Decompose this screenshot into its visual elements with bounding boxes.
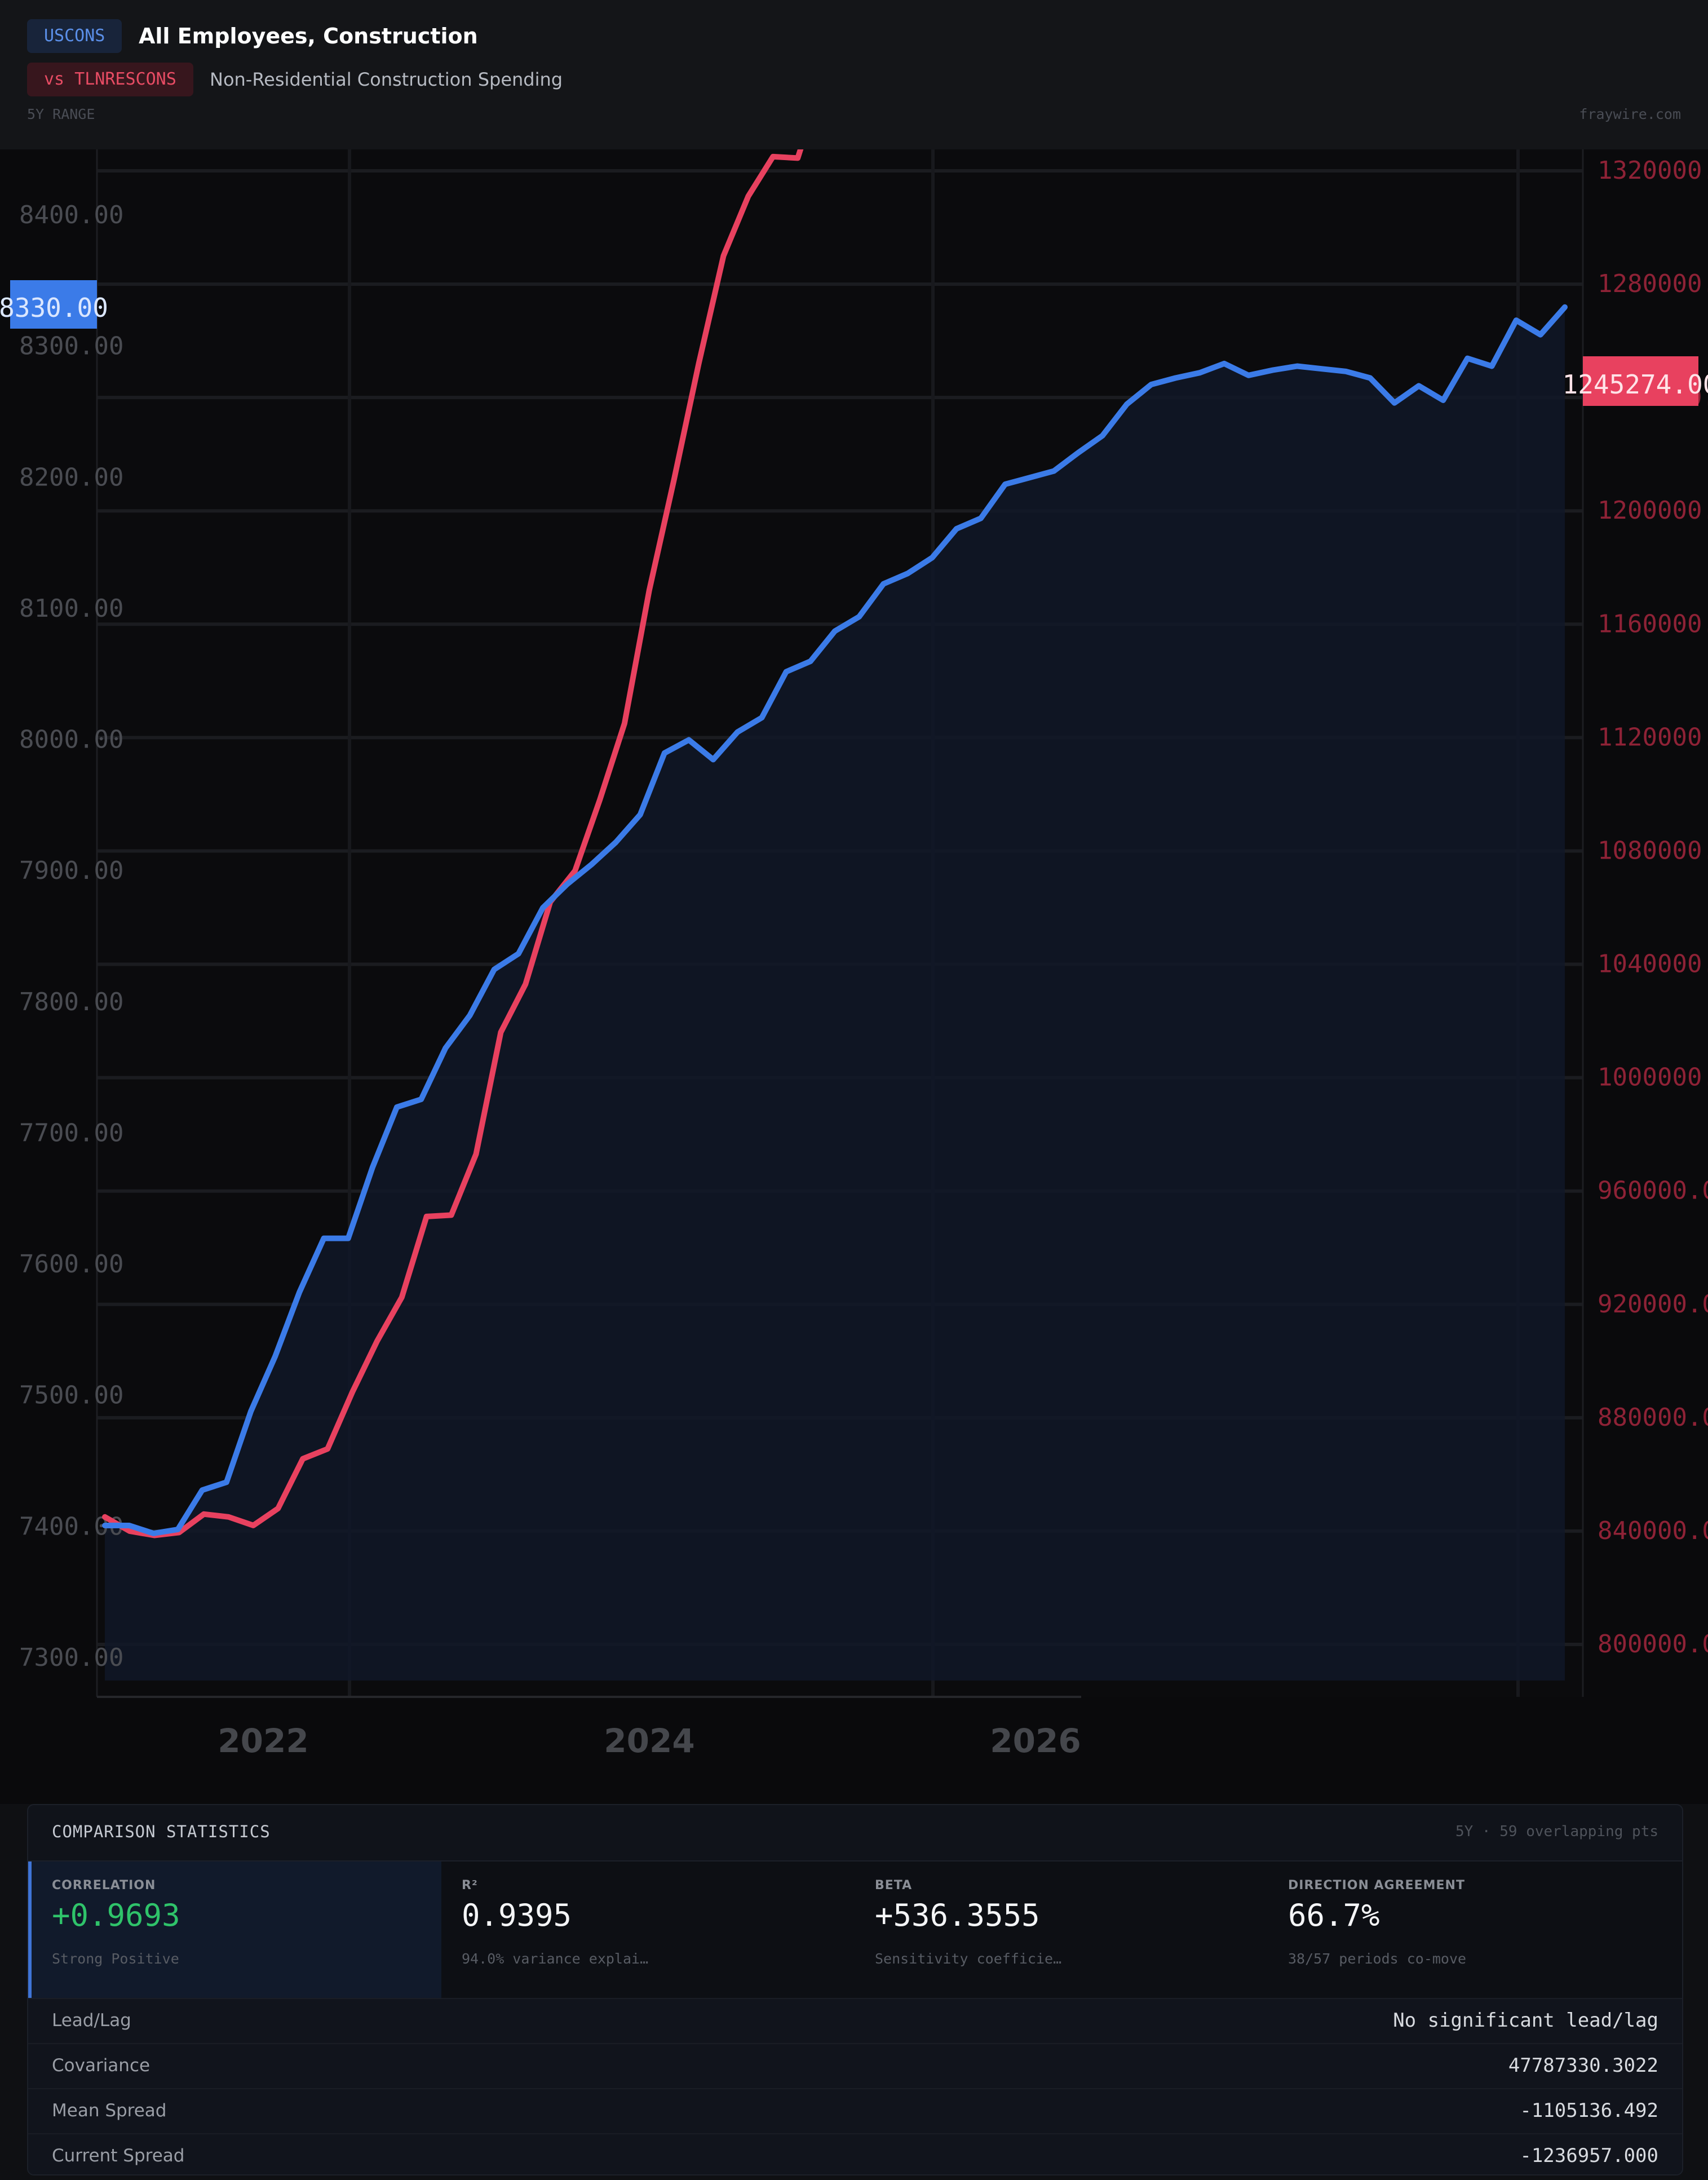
left-axis-tick-label: 7800.00 [19, 988, 123, 1016]
right-axis-tick-label: 1160000.00 [1598, 609, 1708, 638]
secondary-series-title: Non-Residential Construction Spending [210, 69, 563, 90]
card-subtext: Strong Positive [52, 1951, 179, 1967]
right-axis-tick-label: 840000.00 [1598, 1516, 1708, 1545]
row-label: Current Spread [52, 2146, 185, 2166]
x-axis-tick-label: 2022 [218, 1722, 308, 1760]
comparison-statistics-panel: COMPARISON STATISTICS 5Y · 59 overlappin… [27, 1804, 1683, 2175]
left-axis-tick-label: 8400.00 [19, 201, 123, 229]
card-value: +0.9693 [52, 1898, 180, 1933]
right-axis-tick-label: 1280000.00 [1598, 269, 1708, 298]
x-axis-tick-label: 2026 [990, 1722, 1081, 1760]
direction-agreement-card[interactable]: DIRECTION AGREEMENT 66.7% 38/57 periods … [1268, 1861, 1682, 1998]
stat-row-covariance: Covariance 47787330.3022 [28, 2043, 1682, 2088]
secondary-ticker-badge[interactable]: vs TLNRESCONS [27, 63, 193, 96]
card-label: BETA [875, 1878, 913, 1892]
left-axis-tick-label: 8300.00 [19, 332, 123, 361]
right-axis-tick-label: 1040000.00 [1598, 950, 1708, 979]
primary-ticker-badge[interactable]: USCONS [27, 19, 122, 53]
card-value: +536.3555 [875, 1898, 1040, 1933]
left-axis-tick-label: 8100.00 [19, 594, 123, 623]
right-axis-tick-label: 800000.00 [1598, 1630, 1708, 1659]
comparison-line-chart[interactable]: 8400.00 8300.00 8200.00 8100.00 8000.00 7900.… [0, 149, 1708, 1804]
row-value: -1105136.492 [1520, 2099, 1658, 2122]
card-value: 66.7% [1288, 1898, 1380, 1933]
card-value: 0.9395 [462, 1898, 572, 1933]
right-axis-tick-label: 1320000.00 [1598, 156, 1708, 185]
right-axis-tick-label: 1000000.00 [1598, 1063, 1708, 1092]
right-axis-tick-label: 1200000.00 [1598, 496, 1708, 525]
left-axis-tick-label: 8000.00 [19, 726, 123, 754]
secondary-last-value-label: 1245274.00 [1563, 369, 1708, 400]
chart-header: USCONS All Employees, Construction vs TL… [0, 0, 1708, 151]
stat-row-current-spread: Current Spread -1236957.000 [28, 2133, 1682, 2174]
row-label: Covariance [52, 2055, 151, 2076]
primary-last-value-label: 8330.00 [0, 293, 108, 323]
card-subtext: Sensitivity coefficie… [875, 1951, 1062, 1967]
stat-row-lead-lag: Lead/Lag No significant lead/lag [28, 1998, 1682, 2043]
card-label: R² [462, 1878, 478, 1892]
left-axis-tick-label: 7500.00 [19, 1381, 123, 1410]
r-squared-card[interactable]: R² 0.9395 94.0% variance explai… [441, 1861, 856, 1998]
card-subtext: 94.0% variance explai… [462, 1951, 649, 1967]
left-axis-tick-label: 7900.00 [19, 856, 123, 885]
x-axis-tick-label: 2024 [604, 1722, 694, 1760]
card-label: DIRECTION AGREEMENT [1288, 1878, 1465, 1892]
right-axis-tick-label: 880000.00 [1598, 1403, 1708, 1432]
row-value: -1236957.000 [1520, 2144, 1658, 2167]
beta-card[interactable]: BETA +536.3555 Sensitivity coefficie… [855, 1861, 1269, 1998]
stats-rows: Lead/Lag No significant lead/lag Covaria… [28, 1998, 1682, 2174]
row-value: 47787330.3022 [1508, 2054, 1658, 2077]
primary-series-title: All Employees, Construction [139, 24, 478, 48]
stats-title: COMPARISON STATISTICS [52, 1822, 271, 1841]
stats-header: COMPARISON STATISTICS 5Y · 59 overlappin… [28, 1805, 1682, 1861]
correlation-card[interactable]: CORRELATION +0.9693 Strong Positive [28, 1861, 443, 1998]
row-label: Lead/Lag [52, 2010, 131, 2031]
row-value: No significant lead/lag [1393, 2009, 1658, 2032]
row-label: Mean Spread [52, 2101, 167, 2121]
card-label: CORRELATION [52, 1878, 156, 1892]
card-subtext: 38/57 periods co-move [1288, 1951, 1467, 1967]
right-axis-tick-label: 1120000.00 [1598, 723, 1708, 751]
left-axis-tick-label: 7600.00 [19, 1250, 123, 1279]
brand-label: fraywire.com [1579, 106, 1681, 122]
left-axis-tick-label: 7300.00 [19, 1643, 123, 1672]
left-axis-tick-label: 8200.00 [19, 463, 123, 492]
right-axis-tick-label: 960000.00 [1598, 1177, 1708, 1205]
right-axis-tick-label: 920000.00 [1598, 1290, 1708, 1319]
stats-meta: 5Y · 59 overlapping pts [1455, 1823, 1658, 1840]
right-axis-tick-label: 1080000.00 [1598, 836, 1708, 865]
stats-cards: CORRELATION +0.9693 Strong Positive R² 0… [28, 1861, 1682, 1998]
stat-row-mean-spread: Mean Spread -1105136.492 [28, 2088, 1682, 2133]
range-label: 5Y RANGE [27, 106, 95, 122]
left-axis-tick-label: 7700.00 [19, 1118, 123, 1147]
